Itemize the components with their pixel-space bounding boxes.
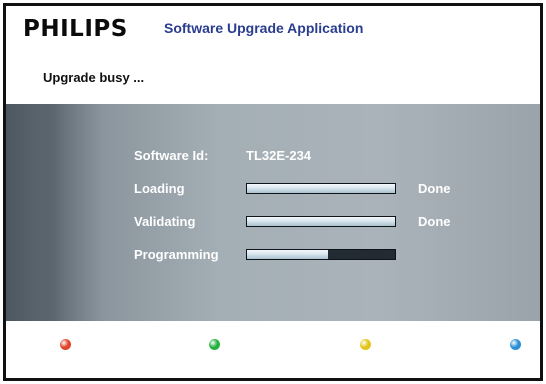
validating-progress-fill <box>247 217 395 226</box>
panel-left-shade <box>6 104 61 321</box>
validating-progress-bar <box>246 216 396 227</box>
software-id-value: TL32E-234 <box>246 148 312 163</box>
upgrade-progress-panel: Software Id: TL32E-234 Loading Done Vali… <box>6 104 540 321</box>
upgrade-status-text: Upgrade busy ... <box>43 70 145 85</box>
green-key-icon[interactable] <box>209 339 220 350</box>
loading-progress-fill <box>247 184 395 193</box>
validating-status: Done <box>418 214 451 229</box>
loading-progress-bar <box>246 183 396 194</box>
programming-label: Programming <box>134 247 219 262</box>
loading-label: Loading <box>134 181 185 196</box>
philips-logo: PHILIPS <box>23 16 128 42</box>
app-title: Software Upgrade Application <box>164 20 364 36</box>
upgrade-screen: PHILIPS Software Upgrade Application Upg… <box>3 3 543 381</box>
software-id-label: Software Id: <box>134 148 209 163</box>
programming-progress-fill <box>247 250 329 259</box>
loading-status: Done <box>418 181 451 196</box>
programming-progress-bar <box>246 249 396 260</box>
red-key-icon[interactable] <box>60 339 71 350</box>
validating-label: Validating <box>134 214 196 229</box>
blue-key-icon[interactable] <box>510 339 521 350</box>
yellow-key-icon[interactable] <box>360 339 371 350</box>
